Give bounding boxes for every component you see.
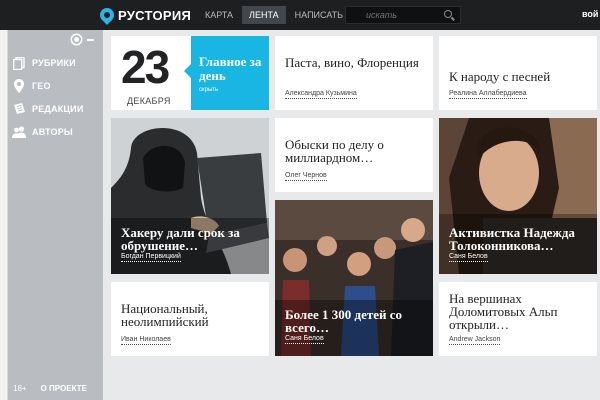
card-headline[interactable]: Активистка Надежда Толоконникова… (449, 226, 589, 252)
card-headline[interactable]: Хакеру дали срок за обрушение… (121, 226, 261, 252)
nav-map[interactable]: КАРТА (198, 6, 240, 24)
card-headline[interactable]: К народу с песней (449, 70, 585, 83)
gear-icon[interactable] (72, 35, 81, 44)
sidebar-footer: 18+ О ПРОЕКТЕ (13, 384, 87, 393)
card-author[interactable]: Саня Белов (285, 334, 324, 344)
card-author[interactable]: Александра Кузьмина (285, 89, 357, 99)
card-headline[interactable]: Национальный, неолимпийский (121, 302, 257, 328)
date-month: ДЕКАБРЯ (127, 96, 171, 106)
news-card[interactable]: Национальный, неолимпийский Иван Николае… (111, 282, 269, 356)
main-of-day-panel[interactable]: Главное за день скрыть (191, 36, 269, 110)
news-card[interactable]: К народу с песней Реалина Аллабердиева (439, 36, 597, 110)
news-card[interactable]: Паста, вино, Флоренция Александра Кузьми… (275, 36, 433, 110)
sidebar-item-label: РЕДАКЦИИ (32, 104, 84, 114)
nav-write[interactable]: НАПИСАТЬ (288, 6, 350, 24)
news-card[interactable]: На вершинах Доломитовых Альп открыли… An… (439, 282, 597, 356)
map-pin-icon (12, 79, 26, 93)
date-day: 23 (121, 41, 170, 93)
date-card: 23 ДЕКАБРЯ Главное за день скрыть (111, 36, 269, 110)
sidebar-item-editorial[interactable]: РЕДАКЦИИ (12, 100, 100, 118)
search-input[interactable] (346, 7, 442, 23)
logo-pin-icon (97, 5, 117, 25)
sidebar-tools (72, 35, 94, 44)
top-bar: РУСТОРИЯ КАРТА ЛЕНТА НАПИСАТЬ вой (0, 0, 600, 30)
card-headline[interactable]: На вершинах Доломитовых Альп открыли… (449, 292, 585, 331)
sidebar-item-label: РУБРИКИ (32, 58, 76, 68)
background-page-strip (0, 30, 8, 400)
age-rating: 18+ (13, 384, 27, 393)
main-nav: КАРТА ЛЕНТА НАПИСАТЬ (198, 6, 352, 24)
news-card[interactable]: Обыски по делу о миллиардном… Олег Черно… (275, 118, 433, 192)
nav-feed[interactable]: ЛЕНТА (242, 6, 286, 24)
card-author[interactable]: Саня Белов (449, 252, 488, 262)
about-link[interactable]: О ПРОЕКТЕ (41, 384, 87, 393)
sidebar-item-authors[interactable]: АВТОРЫ (12, 123, 100, 141)
logo-text: РУСТОРИЯ (118, 7, 192, 23)
card-author[interactable]: Иван Николаев (121, 335, 171, 345)
card-author[interactable]: Andrew Jackson (449, 335, 501, 345)
search-box (345, 6, 461, 24)
card-author[interactable]: Олег Чернов (285, 171, 327, 181)
sidebar-item-label: ГЕО (32, 81, 51, 91)
card-headline[interactable]: Более 1 300 детей со всего… (285, 308, 425, 334)
news-card-photo[interactable]: Более 1 300 детей со всего… Саня Белов (275, 200, 433, 356)
sidebar-item-rubrics[interactable]: РУБРИКИ (12, 54, 100, 72)
card-headline[interactable]: Паста, вино, Флоренция (285, 56, 421, 69)
main-of-day-title: Главное за день (199, 54, 262, 83)
card-author[interactable]: Реалина Аллабердиева (449, 89, 527, 99)
search-icon[interactable] (444, 10, 452, 18)
news-card-photo[interactable]: Хакеру дали срок за обрушение… Богдан Пе… (111, 118, 269, 274)
logo[interactable]: РУСТОРИЯ (97, 5, 192, 25)
login-link[interactable]: вой (582, 9, 598, 19)
pages-icon (12, 56, 26, 70)
sidebar-item-geo[interactable]: ГЕО (12, 77, 100, 95)
card-headline[interactable]: Обыски по делу о миллиардном… (285, 138, 421, 164)
collapse-icon[interactable] (87, 38, 94, 41)
news-card-photo[interactable]: Активистка Надежда Толоконникова… Саня Б… (439, 118, 597, 274)
hide-link[interactable]: скрыть (199, 87, 218, 93)
sidebar-item-label: АВТОРЫ (32, 127, 73, 137)
card-author[interactable]: Богдан Первицкий (121, 252, 181, 262)
users-icon (12, 125, 26, 139)
newspaper-icon (12, 102, 26, 116)
sidebar: РУБРИКИ ГЕО РЕДАКЦИИ АВТОРЫ 18+ О ПРОЕКТ… (8, 30, 103, 400)
